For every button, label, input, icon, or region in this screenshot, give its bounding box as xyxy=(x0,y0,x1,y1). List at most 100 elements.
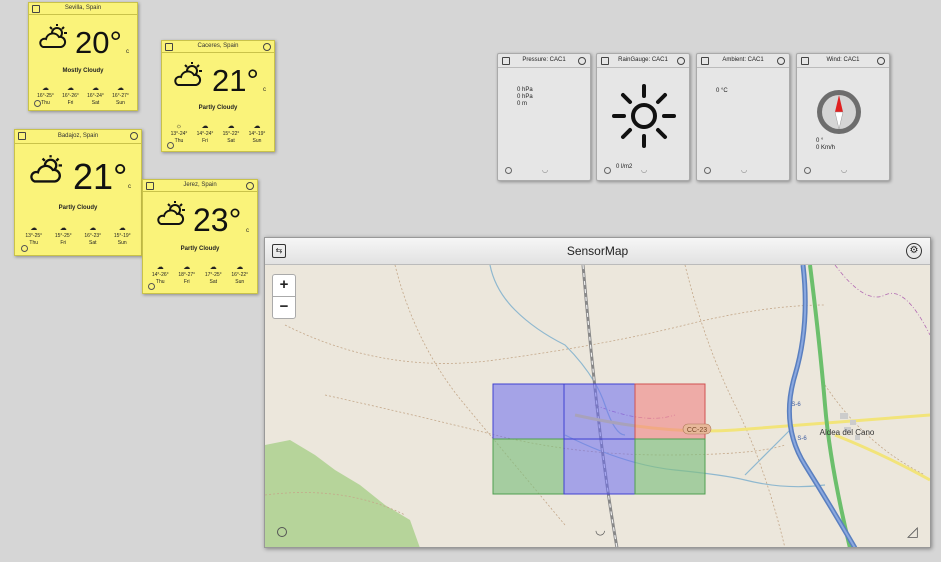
sensormap-title: SensorMap xyxy=(566,244,629,258)
widget-title: Pressure: CAC1 xyxy=(522,57,566,63)
refresh-icon[interactable] xyxy=(277,527,287,537)
widget-settings-icon[interactable] xyxy=(777,57,785,65)
resize-icon[interactable]: ◡ xyxy=(841,166,847,174)
cloud-icon: ☁ xyxy=(253,123,261,130)
zoom-out-button[interactable]: − xyxy=(272,296,296,319)
widget-title: RainGauge: CAC1 xyxy=(618,57,668,63)
boundary xyxy=(834,265,930,336)
raingauge-widget[interactable]: RainGauge: CAC1 0 l/m2 ◡ xyxy=(596,53,690,181)
cloud-icon: ☁ xyxy=(41,85,49,92)
resize-icon[interactable]: ◡ xyxy=(542,166,548,174)
map-canvas[interactable]: CC-23 S-6 S-6 Aldea del Cano + − ◡ ◿ xyxy=(265,265,930,548)
road-label-cc23: CC-23 xyxy=(687,427,707,434)
settings-gear-icon[interactable]: ⚙ xyxy=(906,243,922,259)
widget-menu-icon[interactable] xyxy=(502,57,510,65)
widget-menu-icon[interactable] xyxy=(601,57,609,65)
widget-menu-icon[interactable] xyxy=(32,5,40,13)
wind-widget[interactable]: Wind: CAC1 0 ° 0 Km/h ◡ xyxy=(796,53,890,181)
refresh-icon[interactable] xyxy=(167,142,174,149)
temperature-unit: c xyxy=(263,87,266,93)
forest-area xyxy=(265,440,420,547)
zoom-in-button[interactable]: + xyxy=(272,274,296,297)
forecast-day: ☁ 17°-25° Sat xyxy=(204,264,222,285)
weather-header[interactable]: Jerez, Spain xyxy=(143,180,257,192)
weather-widget-caceres[interactable]: Caceres, Spain 21° c Partly Cloudy ☼ 13°-… xyxy=(161,40,275,152)
widget-header[interactable]: RainGauge: CAC1 xyxy=(597,54,689,68)
cloud-icon: ☁ xyxy=(59,225,67,232)
cloud-icon: ☁ xyxy=(91,85,99,92)
refresh-icon[interactable] xyxy=(804,167,811,174)
resize-icon[interactable]: ◡ xyxy=(595,523,605,537)
widget-settings-icon[interactable] xyxy=(246,182,254,190)
ambient-widget[interactable]: Ambient: CAC1 0 °C ◡ xyxy=(696,53,790,181)
cloud-icon: ☁ xyxy=(227,123,235,130)
forecast-day: ☁ 16°-22° Sun xyxy=(231,264,249,285)
cloud-icon: ☁ xyxy=(209,264,217,271)
sensormap-window[interactable]: ⇆ SensorMap ⚙ CC-23 S-6 S-6 Aldea del Ca… xyxy=(264,237,931,548)
weather-condition: Partly Cloudy xyxy=(198,105,238,111)
widget-header[interactable]: Ambient: CAC1 xyxy=(697,54,789,68)
current-temperature: 23° xyxy=(193,202,242,238)
weather-header[interactable]: Caceres, Spain xyxy=(162,41,274,53)
weather-header[interactable]: Badajoz, Spain xyxy=(15,130,141,144)
forecast-day: ☁ 16°-27° Sun xyxy=(112,85,129,106)
refresh-icon[interactable] xyxy=(604,167,611,174)
forecast-day: ☁ 16°-24° Sat xyxy=(87,85,104,106)
road-label-s6: S-6 xyxy=(797,436,807,442)
sensor-grid xyxy=(492,383,706,495)
widget-menu-icon[interactable] xyxy=(701,57,709,65)
forecast-day: ☁ 15°-25° Fri xyxy=(54,225,72,246)
wind-values: 0 ° 0 Km/h xyxy=(816,138,835,152)
pressure-line: 0 hPa xyxy=(517,87,533,93)
temperature-unit: c xyxy=(128,184,131,190)
sun-icon: ☼ xyxy=(175,123,183,130)
widget-settings-icon[interactable] xyxy=(677,57,685,65)
pressure-widget[interactable]: Pressure: CAC1 0 hPa 0 hPa 0 m ◡ xyxy=(497,53,591,181)
grid-cell-blue xyxy=(492,383,565,440)
cloud-icon: ☁ xyxy=(66,85,74,92)
widget-menu-icon[interactable] xyxy=(801,57,809,65)
sensormap-header[interactable]: ⇆ SensorMap ⚙ xyxy=(265,238,930,265)
grid-cell-blue xyxy=(563,383,636,440)
forecast-day: ☁ 14°-19° Sun xyxy=(248,123,266,144)
cloud-icon: ☁ xyxy=(89,225,97,232)
widget-header[interactable]: Wind: CAC1 xyxy=(797,54,889,68)
widget-settings-icon[interactable] xyxy=(263,43,271,51)
rain-value: 0 l/m2 xyxy=(616,164,633,170)
refresh-icon[interactable] xyxy=(505,167,512,174)
map-tiles[interactable]: CC-23 S-6 S-6 Aldea del Cano xyxy=(265,265,930,548)
grid-cell-green xyxy=(492,438,565,495)
widget-header[interactable]: Pressure: CAC1 xyxy=(498,54,590,68)
widget-settings-icon[interactable] xyxy=(578,57,586,65)
widget-settings-icon[interactable] xyxy=(877,57,885,65)
refresh-icon[interactable] xyxy=(704,167,711,174)
refresh-icon[interactable] xyxy=(148,283,155,290)
partly-cloudy-icon xyxy=(157,201,185,225)
weather-header[interactable]: Sevilla, Spain xyxy=(29,3,137,15)
widget-menu-icon[interactable] xyxy=(146,182,154,190)
widget-menu-icon[interactable] xyxy=(18,132,26,140)
widget-menu-icon[interactable]: ⇆ xyxy=(272,244,286,258)
pencil-icon[interactable]: ◿ xyxy=(907,523,918,540)
refresh-icon[interactable] xyxy=(21,245,28,252)
current-temperature: 21° xyxy=(212,63,259,98)
forecast-day: ☁ 14°-26° Thu xyxy=(151,264,169,285)
city-name: Jerez, Spain xyxy=(183,182,217,188)
partly-cloudy-icon xyxy=(39,24,67,48)
weather-widget-sevilla[interactable]: Sevilla, Spain 20° c Mostly Cloudy ☁ 16°-… xyxy=(28,2,138,111)
track xyxy=(284,304,826,364)
refresh-icon[interactable] xyxy=(34,100,41,107)
resize-icon[interactable]: ◡ xyxy=(741,166,747,174)
temperature-unit: c xyxy=(126,49,129,55)
widget-settings-icon[interactable] xyxy=(130,132,138,140)
cloud-icon: ☁ xyxy=(30,225,38,232)
widget-menu-icon[interactable] xyxy=(165,43,173,51)
city-name: Sevilla, Spain xyxy=(64,5,102,11)
weather-widget-badajoz[interactable]: Badajoz, Spain 21° c Partly Cloudy ☁ 13°-… xyxy=(14,129,142,256)
road-label-s6: S-6 xyxy=(791,402,801,408)
resize-icon[interactable]: ◡ xyxy=(641,166,647,174)
sun-icon xyxy=(612,84,676,148)
forecast-day: ☁ 16°-23° Sat xyxy=(84,225,102,246)
grid-cell-blue xyxy=(563,438,636,495)
weather-widget-jerez[interactable]: Jerez, Spain 23° c Partly Cloudy ☁ 14°-26… xyxy=(142,179,258,294)
